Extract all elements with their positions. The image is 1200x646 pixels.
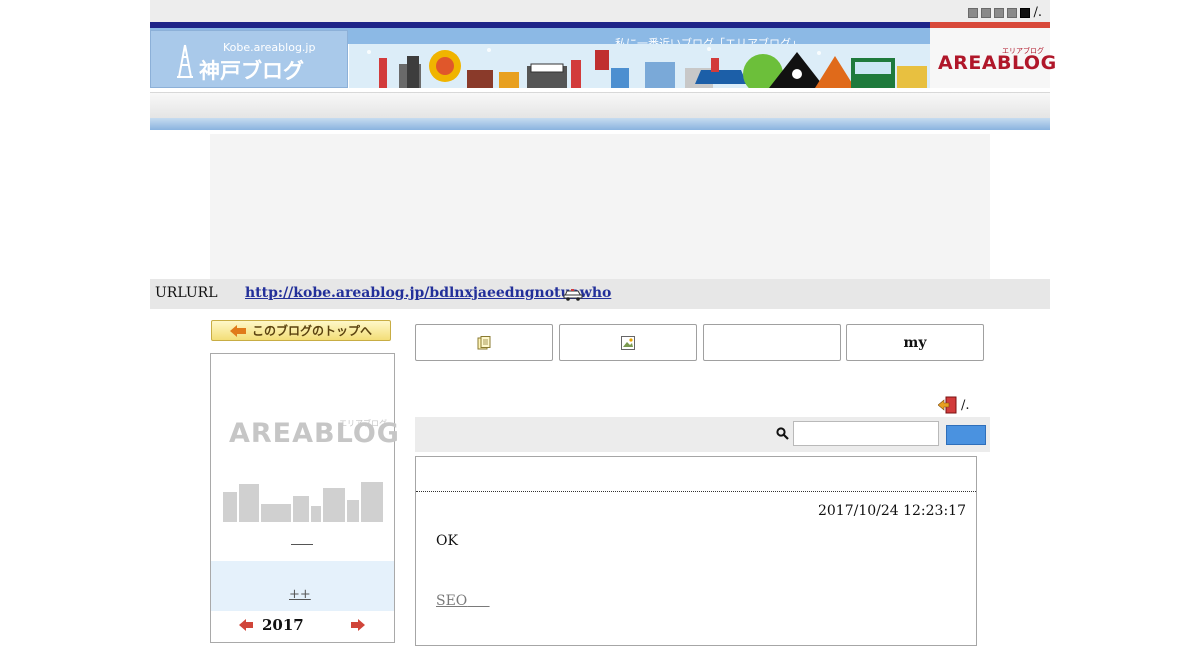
site-header: 私に一番近いブログ「エリアブログ」 Kobe.areablog.jp 神戸ブログ: [150, 22, 1056, 88]
calendar-nav: 2017: [211, 614, 394, 636]
calendar-year: 2017: [262, 616, 304, 634]
tab-my-label: my: [903, 334, 927, 351]
tab-my[interactable]: my: [846, 324, 984, 361]
post-link-label: SEO: [436, 593, 468, 609]
blog-top-link-button[interactable]: このブログのトップへ: [211, 320, 391, 341]
tower-icon: [177, 44, 193, 78]
sidebar-link-block: ++: [211, 561, 394, 611]
square-icon[interactable]: [994, 7, 1005, 18]
search-bar: [415, 417, 990, 452]
exit-door-icon[interactable]: [938, 396, 958, 414]
placeholder-logo: AREABLOG: [229, 418, 400, 449]
global-nav-accent: [150, 118, 1050, 130]
square-icon[interactable]: [981, 7, 992, 18]
tab-blank[interactable]: [703, 324, 841, 361]
tab-articles[interactable]: [415, 324, 553, 361]
blog-post: 2017/10/24 12:23:17 OK SEO: [415, 456, 977, 646]
skyline-placeholder-icon: [223, 482, 383, 522]
kobe-cityscape-illustration: [349, 44, 930, 88]
post-body: OK: [436, 533, 458, 549]
car-icon: [563, 289, 583, 301]
global-nav-bar: [150, 92, 1050, 120]
tab-images[interactable]: [559, 324, 697, 361]
blog-url-bar: URLURL http://kobe.areablog.jp/bdlnxjaee…: [150, 279, 1050, 309]
areablog-wordmark: AREABLOG: [938, 52, 1057, 74]
post-date: 2017/10/24 12:23:17: [817, 503, 966, 519]
document-icon: [477, 335, 491, 349]
calendar-prev-icon[interactable]: [239, 619, 253, 631]
sidebar-plus-link[interactable]: ++: [289, 587, 311, 602]
square-dark-icon[interactable]: [1020, 7, 1031, 18]
ad-placeholder: [210, 134, 990, 279]
sidebar-profile-panel: エリアブログ AREABLOG ++ 2017: [210, 353, 399, 643]
search-input[interactable]: [793, 421, 939, 446]
top-suffix: /.: [1033, 5, 1042, 20]
top-icon-group: /.: [968, 5, 1042, 20]
square-icon[interactable]: [968, 7, 979, 18]
top-utility-bar: /.: [150, 0, 1050, 22]
post-title-area: [416, 457, 976, 492]
blog-url-link[interactable]: http://kobe.areablog.jp/bdlnxjaeedngnotu…: [245, 285, 611, 301]
url-label: URLURL: [155, 285, 218, 301]
search-icon: [776, 427, 789, 440]
calendar-next-icon[interactable]: [351, 619, 365, 631]
areablog-logo[interactable]: エリアブログ AREABLOG: [930, 28, 1056, 88]
arrow-row-suffix: /.: [961, 397, 970, 413]
search-button[interactable]: [946, 425, 986, 445]
square-icon[interactable]: [1007, 7, 1018, 18]
login-arrow-row: /.: [938, 396, 970, 414]
site-logo[interactable]: Kobe.areablog.jp 神戸ブログ: [150, 30, 348, 88]
blog-top-link-label: このブログのトップへ: [251, 324, 372, 338]
profile-name-placeholder: [291, 544, 313, 545]
site-name: 神戸ブログ: [199, 59, 304, 83]
image-icon: [621, 335, 635, 350]
city-illustration-banner: [349, 44, 930, 88]
arrow-left-icon: [229, 324, 246, 337]
post-link[interactable]: SEO: [436, 593, 490, 609]
site-domain: Kobe.areablog.jp: [223, 41, 316, 54]
